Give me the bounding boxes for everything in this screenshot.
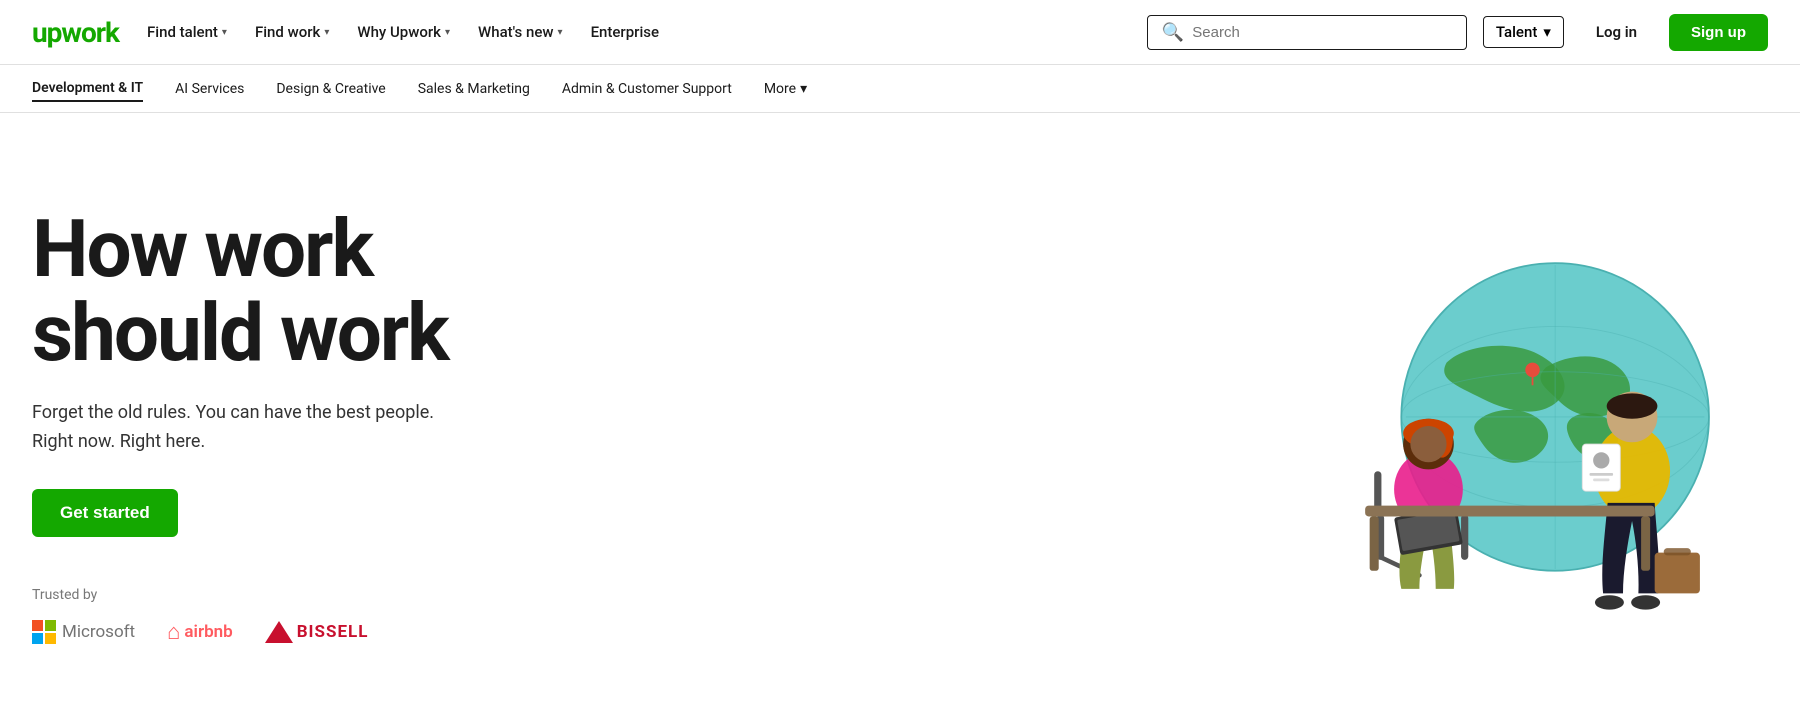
bissell-text: BISSELL [297,622,369,642]
find-talent-chevron-icon: ▾ [222,27,227,38]
more-categories-button[interactable]: More ▾ [764,81,807,97]
hero-subtitle-line2: Right now. Right here. [32,431,205,452]
hero-subtitle: Forget the old rules. You can have the b… [32,399,448,457]
signup-button[interactable]: Sign up [1669,14,1768,51]
find-work-nav[interactable]: Find work ▾ [255,23,329,41]
upwork-logo[interactable]: upwork [32,16,119,49]
category-design-creative[interactable]: Design & Creative [276,77,385,101]
why-upwork-chevron-icon: ▾ [445,27,450,38]
nav-right: 🔍 Talent ▾ Log in Sign up [1147,14,1768,51]
why-upwork-label: Why Upwork [357,23,441,41]
ms-sq-blue [32,633,43,644]
trusted-logos: Microsoft ⌂ airbnb BISSELL [32,619,448,645]
trusted-section: Trusted by Microsoft ⌂ airbnb [32,587,448,645]
more-chevron-icon: ▾ [800,81,807,97]
airbnb-text: airbnb [184,622,232,642]
hero-title: How work should work [32,207,448,375]
get-started-button[interactable]: Get started [32,489,178,537]
nav-left: upwork Find talent ▾ Find work ▾ Why Upw… [32,16,659,49]
top-navigation: upwork Find talent ▾ Find work ▾ Why Upw… [0,0,1800,65]
hero-content: How work should work Forget the old rule… [32,207,448,645]
microsoft-logo: Microsoft [32,620,135,644]
bissell-logo: BISSELL [265,621,369,643]
more-label: More [764,81,796,97]
hero-title-line1: How work [32,202,372,296]
find-work-chevron-icon: ▾ [324,27,329,38]
category-ai-services[interactable]: AI Services [175,77,244,101]
microsoft-text: Microsoft [62,622,135,642]
find-work-label: Find work [255,23,320,41]
hero-section: How work should work Forget the old rule… [0,113,1800,719]
search-input[interactable] [1192,24,1452,41]
hero-subtitle-line1: Forget the old rules. You can have the b… [32,402,434,423]
why-upwork-nav[interactable]: Why Upwork ▾ [357,23,450,41]
talent-selector-label: Talent [1496,23,1537,41]
category-development-it[interactable]: Development & IT [32,76,143,102]
ms-sq-yellow [45,633,56,644]
login-button[interactable]: Log in [1580,15,1653,49]
whats-new-nav[interactable]: What's new ▾ [478,23,563,41]
ms-sq-green [45,620,56,631]
hero-title-line2: should work [32,286,448,380]
category-navigation: Development & IT AI Services Design & Cr… [0,65,1800,113]
enterprise-nav[interactable]: Enterprise [591,23,659,41]
category-sales-marketing[interactable]: Sales & Marketing [418,77,530,101]
microsoft-grid-icon [32,620,56,644]
bissell-triangle-icon [265,621,293,643]
hero-illustration [1288,236,1768,616]
find-talent-nav[interactable]: Find talent ▾ [147,23,227,41]
hero-illustration-svg [1288,236,1768,616]
find-talent-label: Find talent [147,23,218,41]
search-icon: 🔍 [1162,22,1184,43]
airbnb-logo: ⌂ airbnb [167,619,233,645]
search-box[interactable]: 🔍 [1147,15,1467,50]
ms-sq-red [32,620,43,631]
talent-selector[interactable]: Talent ▾ [1483,16,1564,48]
category-admin-support[interactable]: Admin & Customer Support [562,77,732,101]
talent-selector-chevron-icon: ▾ [1543,23,1551,41]
trusted-label: Trusted by [32,587,448,603]
airbnb-icon: ⌂ [167,619,180,645]
whats-new-chevron-icon: ▾ [558,27,563,38]
whats-new-label: What's new [478,23,553,41]
